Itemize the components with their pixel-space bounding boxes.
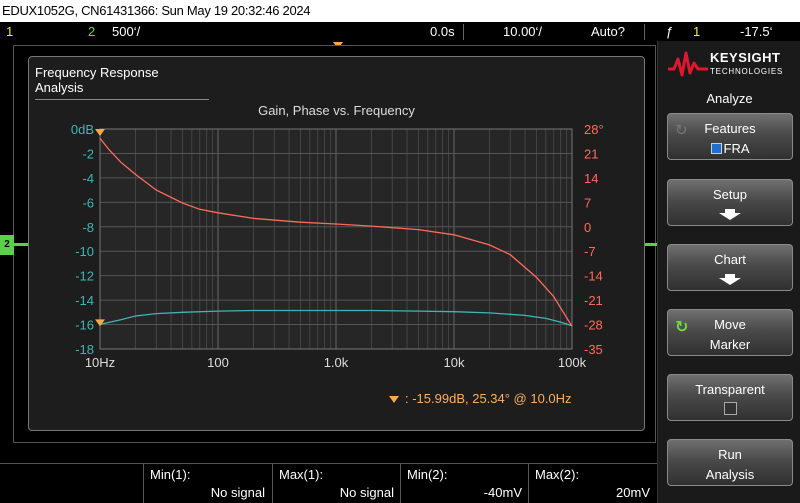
x-tick-label: 100k bbox=[558, 355, 587, 370]
y-left-tick-label: -2 bbox=[82, 146, 94, 161]
y-left-tick-label: -4 bbox=[82, 171, 94, 186]
setup-softkey[interactable]: Setup bbox=[667, 179, 793, 226]
transparent-softkey[interactable]: Transparent bbox=[667, 374, 793, 421]
measurement-max1[interactable]: Max(1): No signal bbox=[272, 464, 400, 503]
measurement-value: 20mV bbox=[616, 485, 650, 500]
softkey-panel: KEYSIGHT TECHNOLOGIES Analyze ↻ Features… bbox=[657, 41, 800, 503]
y-right-tick-label: -7 bbox=[584, 244, 596, 259]
ch1-number[interactable]: 1 bbox=[6, 22, 13, 41]
measurement-value: -40mV bbox=[483, 485, 522, 500]
time-scale[interactable]: 10.00‘/ bbox=[503, 22, 542, 41]
measurement-value: No signal bbox=[339, 485, 394, 500]
chart-softkey[interactable]: Chart bbox=[667, 244, 793, 291]
y-left-tick-label: -8 bbox=[82, 220, 94, 235]
run-label: Run bbox=[718, 447, 742, 462]
measurement-label: Max(1): bbox=[279, 467, 324, 482]
features-label: Features bbox=[704, 121, 756, 136]
y-right-tick-label: 0 bbox=[584, 220, 591, 235]
ch2-number[interactable]: 2 bbox=[88, 22, 95, 41]
y-right-tick-label: 21 bbox=[584, 146, 598, 161]
y-left-tick-label: -6 bbox=[82, 195, 94, 210]
fra-window: Frequency Response Analysis Gain, Phase … bbox=[28, 56, 645, 431]
y-right-tick-label: -14 bbox=[584, 269, 603, 284]
trigger-mode[interactable]: Auto? bbox=[591, 22, 625, 41]
measurement-min2[interactable]: Min(2): -40mV bbox=[400, 464, 528, 503]
x-tick-label: 100 bbox=[207, 355, 229, 370]
measurement-min1[interactable]: Min(1): No signal bbox=[143, 464, 271, 503]
menu-title: Analyze bbox=[706, 91, 753, 106]
trigger-source[interactable]: 1 bbox=[693, 22, 700, 41]
y-left-tick-label: -10 bbox=[75, 244, 94, 259]
features-value-text: FRA bbox=[723, 141, 750, 156]
checkbox-unchecked-icon bbox=[723, 402, 737, 415]
brand-sub: TECHNOLOGIES bbox=[710, 67, 784, 76]
y-left-tick-label: -12 bbox=[75, 269, 94, 284]
marker-icon bbox=[389, 396, 399, 403]
y-right-tick-label: 28° bbox=[584, 122, 604, 137]
x-tick-label: 1.0k bbox=[324, 355, 349, 370]
x-tick-label: 10Hz bbox=[85, 355, 115, 370]
oscilloscope-screen: { "title_bar": "EDUX1052G, CN61431366: S… bbox=[0, 0, 800, 503]
y-left-tick-label: 0dB bbox=[71, 122, 94, 137]
divider bbox=[463, 24, 464, 40]
submenu-arrow-icon bbox=[719, 274, 741, 285]
ch2-level-line-right bbox=[645, 243, 657, 246]
x-tick-label: 10k bbox=[444, 355, 465, 370]
y-right-tick-label: -35 bbox=[584, 342, 603, 357]
measurement-value: No signal bbox=[210, 485, 265, 500]
ch2-scale[interactable]: 500‘/ bbox=[112, 22, 140, 41]
measurement-bar: Min(1): No signal Max(1): No signal Min(… bbox=[0, 463, 657, 503]
fra-plot[interactable]: 10Hz 100 1.0k 10k 100k 0dB 28° -2 21 -4 14 -6 7 -8 0 -1… bbox=[29, 57, 646, 432]
marker-readout-text: : -15.99dB, 25.34° @ 10.0Hz bbox=[405, 391, 572, 406]
keysight-wave-icon bbox=[668, 51, 708, 77]
features-softkey[interactable]: ↻ Features FRA bbox=[667, 113, 793, 160]
y-right-tick-label: 14 bbox=[584, 171, 598, 186]
time-delay[interactable]: 0.0s bbox=[430, 22, 455, 41]
move-label: Move bbox=[714, 317, 746, 332]
setup-label: Setup bbox=[713, 187, 747, 202]
y-left-tick-label: -16 bbox=[75, 318, 94, 333]
features-value: FRA bbox=[668, 141, 792, 156]
measurement-label: Max(2): bbox=[535, 467, 580, 482]
ch2-ground-marker[interactable]: 2 bbox=[0, 235, 14, 255]
run-analysis-softkey[interactable]: Run Analysis bbox=[667, 439, 793, 486]
status-bar: 1 2 500‘/ 0.0s 10.00‘/ Auto? ƒ 1 -17.5‘ bbox=[0, 22, 800, 41]
marker-readout: : -15.99dB, 25.34° @ 10.0Hz bbox=[389, 391, 572, 406]
y-left-tick-label: -14 bbox=[75, 293, 94, 308]
trigger-level[interactable]: -17.5‘ bbox=[740, 22, 773, 41]
measurement-max2[interactable]: Max(2): 20mV bbox=[528, 464, 656, 503]
y-right-tick-label: -28 bbox=[584, 318, 603, 333]
measurement-label: Min(1): bbox=[150, 467, 191, 482]
divider bbox=[644, 24, 645, 40]
y-left-tick-label: -18 bbox=[75, 342, 94, 357]
checkbox-icon bbox=[710, 143, 722, 154]
chart-label: Chart bbox=[714, 252, 746, 267]
submenu-arrow-icon bbox=[719, 209, 741, 220]
measurement-label: Min(2): bbox=[407, 467, 448, 482]
y-right-tick-label: 7 bbox=[584, 195, 591, 210]
y-right-tick-label: -21 bbox=[584, 293, 603, 308]
analysis-label: Analysis bbox=[705, 467, 755, 482]
marker-label: Marker bbox=[709, 337, 751, 352]
brand-name: KEYSIGHT bbox=[710, 50, 781, 65]
keysight-logo: KEYSIGHT TECHNOLOGIES bbox=[666, 47, 794, 83]
title-bar: EDUX1052G, CN61431366: Sun May 19 20:32:… bbox=[0, 0, 800, 22]
trigger-edge-icon: ƒ bbox=[666, 24, 674, 39]
move-marker-softkey[interactable]: ↻ Move Marker bbox=[667, 309, 793, 356]
transparent-label: Transparent bbox=[695, 382, 765, 397]
